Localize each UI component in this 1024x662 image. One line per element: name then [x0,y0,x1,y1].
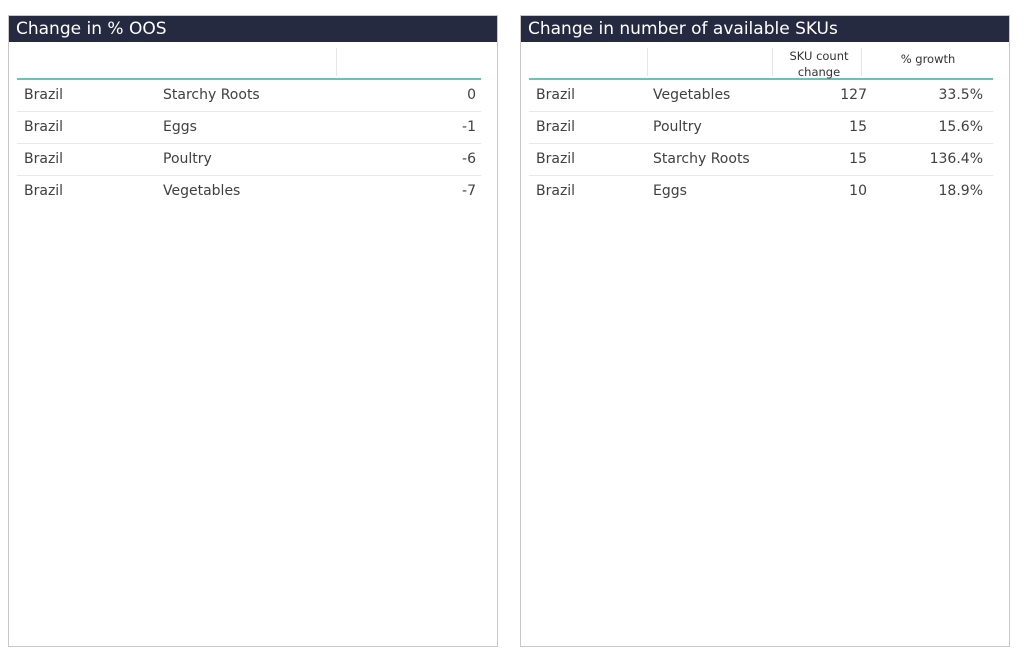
oos-table: Brazil Starchy Roots 0 Brazil Eggs -1 Br… [17,48,481,207]
pct-growth-header[interactable]: % growth [869,51,987,67]
sku-count-change-cell: 127 [840,87,867,103]
oos-panel-title: Change in % OOS [9,16,497,42]
country-cell: Brazil [536,119,576,135]
table-row[interactable]: Brazil Starchy Roots 0 [17,80,481,112]
oos-table-header [17,48,481,80]
pct-growth-cell: 33.5% [938,87,983,103]
category-cell: Starchy Roots [163,87,260,103]
oos-change-panel: Change in % OOS Brazil Starchy Roots 0 B… [8,15,498,647]
country-cell: Brazil [24,183,64,199]
country-cell: Brazil [24,151,64,167]
sku-count-change-cell: 15 [849,151,867,167]
oos-change-cell: -6 [462,151,476,167]
sku-count-change-cell: 10 [849,183,867,199]
pct-growth-cell: 15.6% [938,119,983,135]
sku-table: SKU count change % growth Brazil Vegetab… [529,48,993,207]
country-cell: Brazil [536,87,576,103]
header-divider [772,48,773,76]
category-cell: Eggs [163,119,197,135]
header-divider [647,48,648,76]
sku-count-change-header[interactable]: SKU count change [779,48,859,80]
table-row[interactable]: Brazil Vegetables -7 [17,176,481,207]
category-cell: Eggs [653,183,687,199]
oos-change-cell: 0 [467,87,476,103]
category-cell: Starchy Roots [653,151,750,167]
sku-panel-title: Change in number of available SKUs [521,16,1009,42]
country-cell: Brazil [536,151,576,167]
sku-count-change-cell: 15 [849,119,867,135]
table-row[interactable]: Brazil Poultry -6 [17,144,481,176]
category-cell: Vegetables [653,87,731,103]
table-row[interactable]: Brazil Eggs -1 [17,112,481,144]
category-cell: Poultry [163,151,212,167]
pct-growth-cell: 18.9% [938,183,983,199]
table-row[interactable]: Brazil Vegetables 127 33.5% [529,80,993,112]
table-row[interactable]: Brazil Poultry 15 15.6% [529,112,993,144]
oos-change-cell: -1 [462,119,476,135]
pct-growth-cell: 136.4% [929,151,983,167]
country-cell: Brazil [24,119,64,135]
sku-table-header: SKU count change % growth [529,48,993,80]
oos-change-cell: -7 [462,183,476,199]
country-cell: Brazil [24,87,64,103]
sku-change-panel: Change in number of available SKUs SKU c… [520,15,1010,647]
header-divider [861,48,862,76]
table-row[interactable]: Brazil Starchy Roots 15 136.4% [529,144,993,176]
header-divider [336,48,337,76]
country-cell: Brazil [536,183,576,199]
category-cell: Vegetables [163,183,241,199]
table-row[interactable]: Brazil Eggs 10 18.9% [529,176,993,207]
category-cell: Poultry [653,119,702,135]
